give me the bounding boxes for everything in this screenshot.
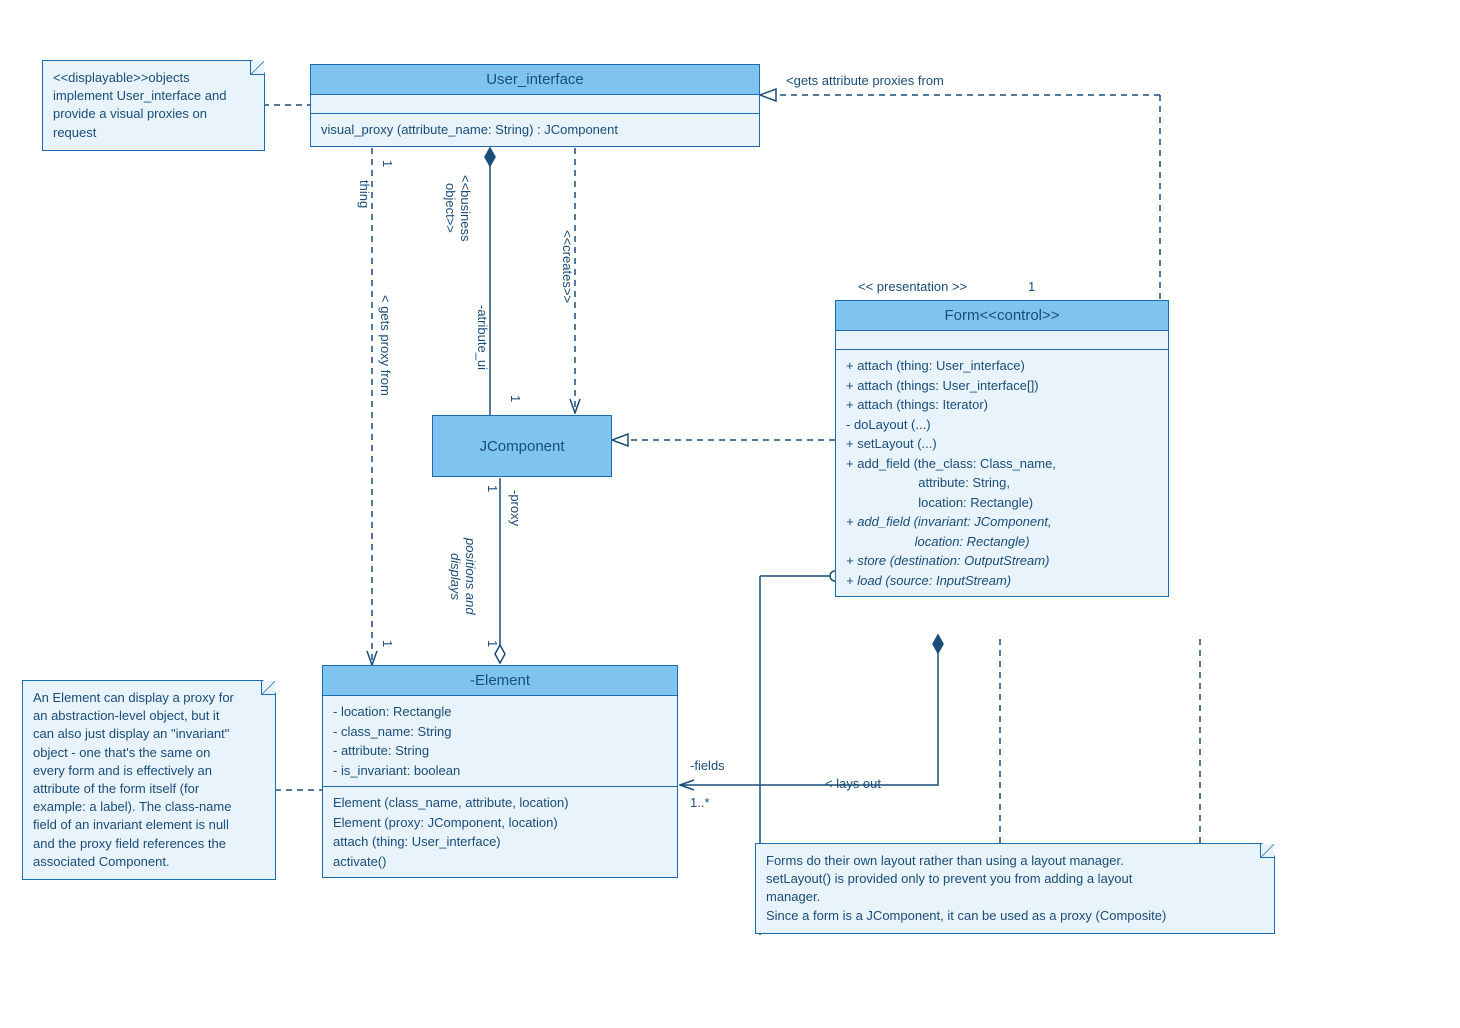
element-op: attach (thing: User_interface) xyxy=(333,832,667,852)
element-op: activate() xyxy=(333,852,667,872)
label-gets-attribute: <gets attribute proxies from xyxy=(786,73,944,88)
class-jcomponent: JComponent xyxy=(432,415,612,477)
label-one-proxy-top: 1 xyxy=(485,485,500,492)
element-attr: - class_name: String xyxy=(333,722,667,742)
form-op: + setLayout (...) xyxy=(846,434,1158,454)
class-form-title: Form<<control>> xyxy=(944,307,1059,324)
form-op: - doLayout (...) xyxy=(846,415,1158,435)
class-element: -Element - location: Rectangle - class_n… xyxy=(322,665,678,878)
note-displayable-text: <<displayable>>objects implement User_in… xyxy=(53,70,226,140)
label-attribute-ui: -atribute_ui xyxy=(475,305,490,370)
label-business-object: <<business object>> xyxy=(443,175,473,242)
form-op: location: Rectangle) xyxy=(846,493,1158,513)
class-jcomponent-title: JComponent xyxy=(479,438,564,455)
label-one-bo: 1 xyxy=(508,395,523,402)
form-op: + attach (thing: User_interface) xyxy=(846,356,1158,376)
note-form-text: Forms do their own layout rather than us… xyxy=(766,853,1166,923)
label-one-presentation: 1 xyxy=(1028,279,1035,294)
class-form: Form<<control>> + attach (thing: User_in… xyxy=(835,300,1169,597)
form-op: location: Rectangle) xyxy=(846,532,1158,552)
class-user-interface-method: visual_proxy (attribute_name: String) : … xyxy=(321,120,749,140)
class-user-interface: User_interface visual_proxy (attribute_n… xyxy=(310,64,760,147)
form-op: + store (destination: OutputStream) xyxy=(846,551,1158,571)
label-positions: positions and displays xyxy=(448,538,478,615)
class-element-attrs: - location: Rectangle - class_name: Stri… xyxy=(323,696,677,787)
element-attr: - location: Rectangle xyxy=(333,702,667,722)
label-thing: thing xyxy=(357,180,372,208)
form-op: + attach (things: User_interface[]) xyxy=(846,376,1158,396)
label-one-star: 1..* xyxy=(690,795,710,810)
label-one-thing-bot: 1 xyxy=(380,640,395,647)
class-form-ops: + attach (thing: User_interface) + attac… xyxy=(836,350,1168,596)
note-form: Forms do their own layout rather than us… xyxy=(755,843,1275,934)
label-presentation: << presentation >> xyxy=(858,279,967,294)
element-op: Element (proxy: JComponent, location) xyxy=(333,813,667,833)
form-op: + add_field (invariant: JComponent, xyxy=(846,512,1158,532)
label-gets-proxy: < gets proxy from xyxy=(378,295,393,396)
label-lays-out: < lays out xyxy=(825,776,881,791)
element-op: Element (class_name, attribute, location… xyxy=(333,793,667,813)
label-proxy: -proxy xyxy=(508,490,523,526)
note-element-text: An Element can display a proxy for an ab… xyxy=(33,690,234,869)
label-creates: <<creates>> xyxy=(560,230,575,303)
element-attr: - is_invariant: boolean xyxy=(333,761,667,781)
class-element-ops: Element (class_name, attribute, location… xyxy=(323,787,677,877)
class-element-title: -Element xyxy=(323,666,677,696)
class-user-interface-title: User_interface xyxy=(311,65,759,95)
form-op: + attach (things: Iterator) xyxy=(846,395,1158,415)
note-displayable: <<displayable>>objects implement User_in… xyxy=(42,60,265,151)
label-fields: -fields xyxy=(690,758,725,773)
form-op: + load (source: InputStream) xyxy=(846,571,1158,591)
form-op: attribute: String, xyxy=(846,473,1158,493)
label-one-proxy-bot: 1 xyxy=(485,640,500,647)
label-one-thing-top: 1 xyxy=(380,160,395,167)
form-op: + add_field (the_class: Class_name, xyxy=(846,454,1158,474)
note-element: An Element can display a proxy for an ab… xyxy=(22,680,276,880)
element-attr: - attribute: String xyxy=(333,741,667,761)
